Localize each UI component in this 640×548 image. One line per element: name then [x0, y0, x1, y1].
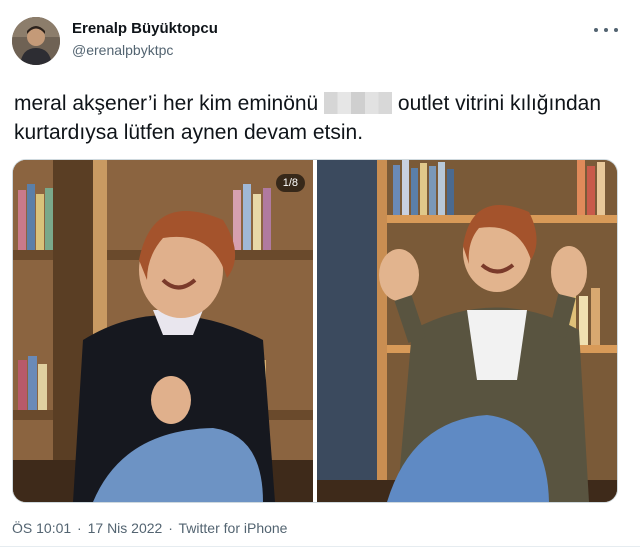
tweet-time[interactable]: ÖS 10:01 — [12, 520, 71, 536]
media-gallery[interactable]: 1/8 — [12, 159, 618, 503]
tweet-text: meral akşener’i her kim eminönü outlet v… — [14, 89, 624, 147]
author-avatar[interactable] — [12, 17, 60, 65]
more-horizontal-icon[interactable] — [594, 22, 618, 38]
tweet-date[interactable]: 17 Nis 2022 — [88, 520, 163, 536]
photo-woman-sweater — [13, 160, 313, 502]
author-handle[interactable]: @erenalpbyktpc — [72, 42, 173, 58]
redacted-blur — [324, 92, 393, 114]
avatar-image — [12, 17, 60, 65]
media-count-badge: 1/8 — [275, 174, 305, 192]
author-name[interactable]: Erenalp Büyüktopcu — [72, 20, 218, 37]
media-photo-2[interactable] — [317, 160, 617, 502]
meta-separator: · — [168, 520, 173, 536]
meta-separator: · — [77, 520, 82, 536]
tweet-text-part1: meral akşener’i her kim eminönü — [14, 92, 319, 115]
divider — [0, 546, 640, 547]
tweet-source[interactable]: Twitter for iPhone — [179, 520, 288, 536]
tweet-meta: ÖS 10:01 · 17 Nis 2022 · Twitter for iPh… — [12, 520, 289, 536]
media-photo-1[interactable]: 1/8 — [13, 160, 313, 502]
tweet-card: Erenalp Büyüktopcu @erenalpbyktpc meral … — [0, 0, 640, 548]
photo-woman-jacket — [317, 160, 617, 502]
